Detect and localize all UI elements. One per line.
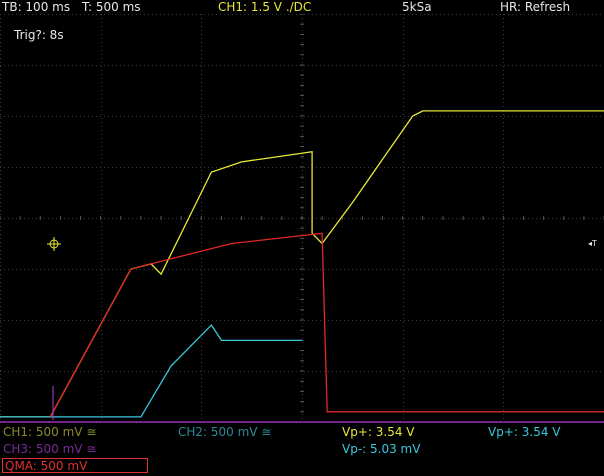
ch2-scale-label[interactable]: CH2: 500 mV ≅ [178,424,271,440]
ch1-scale-readout[interactable]: CH1: 1.5 V ./DC [218,0,311,14]
trigger-edge-marker-icon: ◂T [588,239,597,248]
vp-minus-measurement-ch1: Vp-: 5.03 mV [342,442,421,456]
acquisition-mode-readout[interactable]: HR: Refresh [500,0,570,14]
vp-plus-measurement-ch2: Vp+: 3.54 V [488,425,561,439]
ch1-scale-label[interactable]: CH1: 500 mV ≅ [3,424,96,440]
trigger-status: Trig?: 8s [14,28,64,42]
vp-plus-measurement-ch1: Vp+: 3.54 V [342,425,415,439]
ch3-scale-label[interactable]: CH3: 500 mV ≅ [3,441,96,457]
top-status-bar: TB: 100 ms T: 500 ms CH1: 1.5 V ./DC 5kS… [0,0,604,14]
trigger-time-readout[interactable]: T: 500 ms [82,0,141,14]
trace-qma [49,232,604,418]
graticule [0,14,604,423]
waveform-display[interactable]: ◂T [0,14,604,424]
trigger-level-marker[interactable] [47,237,61,251]
timebase-readout[interactable]: TB: 100 ms [2,0,70,14]
sample-rate-readout[interactable]: 5kSa [402,0,432,14]
qma-scale-label[interactable]: QMA: 500 mV [2,458,148,473]
